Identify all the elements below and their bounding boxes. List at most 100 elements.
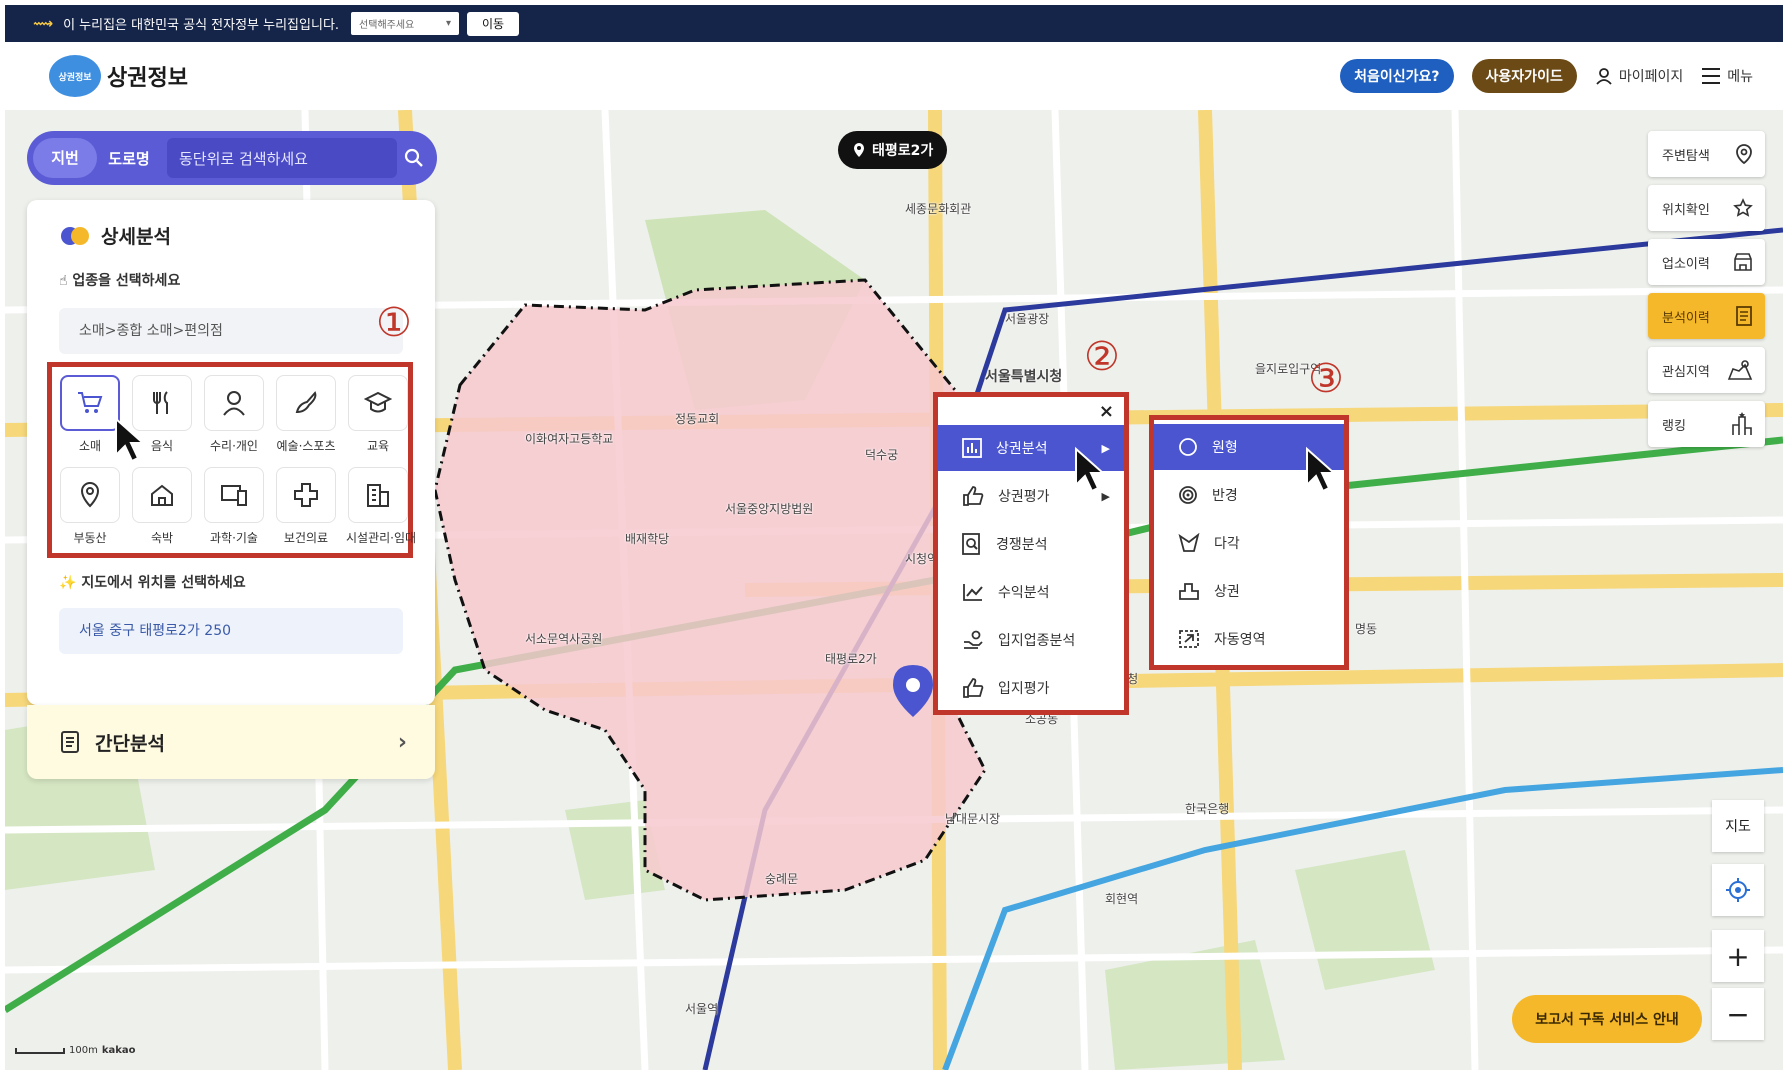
thumbs-up-icon [963, 486, 984, 506]
first-time-button[interactable]: 처음이신가요? [1340, 59, 1454, 93]
line-chart-icon [963, 584, 983, 601]
map-pin-icon [80, 481, 100, 508]
detail-analysis-panel: 상세분석 ☝ 업종을 선택하세요 소매>종합 소매>편의점 소매 음식 수리·개… [27, 200, 435, 705]
menu-item-location-evaluation[interactable]: 입지평가 [938, 665, 1124, 711]
category-box [276, 375, 336, 431]
rail-interest-area[interactable]: 관심지역 [1648, 347, 1765, 393]
menu-item-polygon[interactable]: 다각 [1154, 520, 1344, 566]
menu-item-label: 상권평가 [998, 489, 1050, 505]
report-subscription-button[interactable]: 보고서 구독 서비스 안내 [1512, 995, 1702, 1043]
hamburger-icon [1702, 68, 1721, 84]
category-box [348, 467, 408, 523]
menu-item-label: 입지업종분석 [998, 633, 1076, 649]
map-label: 세종문화회관 [905, 202, 972, 216]
device-icon [221, 485, 247, 506]
rail-label: 분석이력 [1662, 310, 1710, 326]
map-label: 숭례문 [765, 872, 799, 886]
chevron-right-icon: › [397, 729, 407, 755]
tab-road-name[interactable]: 도로명 [97, 148, 161, 169]
category-arts-sports[interactable]: 예술·스포츠 [274, 375, 338, 454]
brush-icon [295, 391, 317, 414]
search-icon[interactable] [397, 141, 431, 175]
rail-store-history[interactable]: 업소이력 [1648, 239, 1765, 285]
category-label: 과학·기술 [210, 531, 258, 545]
selected-address-field[interactable]: 서울 중구 태평로2가 250 [59, 608, 403, 654]
category-health[interactable]: 보건의료 [274, 467, 338, 546]
thumbs-up-star-icon [963, 678, 984, 698]
menu-item-label: 반경 [1212, 488, 1238, 504]
user-icon [1596, 68, 1612, 85]
polygon-icon [1178, 533, 1200, 552]
panel-title: 상세분석 [59, 222, 171, 249]
map-region-icon [1727, 360, 1753, 380]
zoom-in-button[interactable]: + [1712, 930, 1764, 982]
panel-title-text: 상세분석 [101, 226, 171, 248]
category-box [276, 467, 336, 523]
scale-bar [15, 1047, 65, 1054]
rail-check-location[interactable]: 위치확인 [1648, 185, 1765, 231]
menu-label: 메뉴 [1727, 69, 1753, 85]
rail-label: 위치확인 [1662, 202, 1710, 218]
gov-go-button[interactable]: 이동 [467, 11, 520, 36]
map-type-button[interactable]: 지도 [1712, 800, 1764, 852]
person-icon [223, 391, 245, 416]
menu-item-competition-analysis[interactable]: 경쟁분석 [938, 521, 1124, 567]
category-facility[interactable]: 시설관리·임대 [346, 467, 417, 546]
mypage-link[interactable]: 마이페이지 [1595, 66, 1683, 86]
rail-label: 관심지역 [1662, 364, 1710, 380]
simple-analysis-label: 간단분석 [95, 732, 165, 755]
menu-item-trade-area[interactable]: 상권 [1154, 568, 1344, 614]
industry-path-field[interactable]: 소매>종합 소매>편의점 [59, 308, 403, 354]
annotation-3: ③ [1308, 356, 1344, 402]
user-guide-button[interactable]: 사용자가이드 [1471, 59, 1577, 93]
category-real-estate[interactable]: 부동산 [58, 467, 122, 546]
menu-item-label: 경쟁분석 [996, 537, 1048, 553]
mypage-label: 마이페이지 [1618, 69, 1684, 85]
current-location-button[interactable] [1712, 864, 1764, 916]
simple-analysis-button[interactable]: 간단분석 › [27, 705, 435, 779]
medical-cross-icon [294, 483, 318, 507]
menu-item-profit-analysis[interactable]: 수익분석 [938, 569, 1124, 615]
mouse-cursor-icon [1306, 446, 1337, 493]
zoom-out-button[interactable]: − [1712, 988, 1764, 1040]
mouse-cursor-icon [1075, 446, 1106, 493]
graduation-cap-icon [364, 391, 392, 413]
rail-nearby-search[interactable]: 주변탐색 [1648, 131, 1765, 177]
search-input[interactable]: 동단위로 검색하세요 [167, 138, 397, 178]
location-pin-label[interactable]: 태평로2가 [838, 131, 948, 169]
map-label: 이화여자고등학교 [525, 432, 614, 446]
rail-label: 업소이력 [1662, 256, 1710, 272]
category-label: 수리·개인 [210, 439, 258, 453]
map-label: 한국은행 [1185, 802, 1230, 816]
category-label: 보건의료 [283, 531, 329, 545]
house-icon [151, 484, 173, 506]
category-lodging[interactable]: 숙박 [130, 467, 194, 546]
menu-item-label: 입지평가 [998, 681, 1050, 697]
category-repair[interactable]: 수리·개인 [202, 375, 266, 454]
tab-lot-number[interactable]: 지번 [33, 138, 97, 178]
menu-button[interactable]: 메뉴 [1701, 66, 1753, 86]
fork-knife-icon [153, 391, 168, 414]
rail-analysis-history[interactable]: 분석이력 [1648, 293, 1765, 339]
close-icon[interactable]: × [1099, 401, 1114, 422]
rail-ranking[interactable]: 랭킹 [1648, 401, 1765, 447]
menu-item-location-industry-analysis[interactable]: 입지업종분석 [938, 617, 1124, 663]
choose-location-label: ✨ 지도에서 위치를 선택하세요 [59, 575, 246, 591]
map-scale: 100m kakao [15, 1045, 136, 1056]
choose-location-text: 지도에서 위치를 선택하세요 [81, 575, 246, 591]
category-label: 시설관리·임대 [346, 531, 417, 545]
category-box [60, 375, 120, 431]
document-icon [61, 731, 79, 753]
logo[interactable]: 상권정보 상권정보 [49, 55, 188, 97]
menu-item-auto-area[interactable]: 자동영역 [1154, 616, 1344, 662]
category-box [60, 467, 120, 523]
area-icon [1179, 583, 1199, 600]
location-icon [1736, 144, 1752, 164]
map-label: 정동교회 [675, 412, 720, 426]
category-science-tech[interactable]: 과학·기술 [202, 467, 266, 546]
map-label: 덕수궁 [865, 448, 899, 462]
circle-icon [1179, 438, 1197, 456]
category-box [204, 375, 264, 431]
gov-site-select[interactable]: 선택해주세요 ▾ [351, 12, 460, 35]
category-education[interactable]: 교육 [346, 375, 410, 454]
